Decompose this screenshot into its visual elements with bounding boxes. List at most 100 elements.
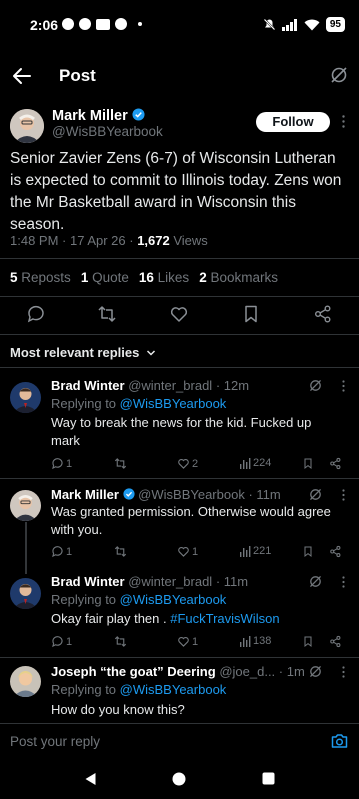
reply-reply-button[interactable]: 1 <box>51 635 72 648</box>
reply-views[interactable]: 224 <box>239 457 271 469</box>
reply-author-handle[interactable]: @winter_bradl <box>128 574 212 589</box>
grok-icon[interactable] <box>309 665 322 678</box>
divider <box>0 258 359 259</box>
reply-time: · 11m <box>215 574 249 589</box>
grok-icon[interactable] <box>309 488 322 501</box>
author-name[interactable]: Mark Miller <box>52 108 128 124</box>
like-icon[interactable] <box>169 304 189 324</box>
reply-item[interactable]: Brad Winter @winter_bradl · 12m Replying… <box>0 368 359 478</box>
author-name-row[interactable]: Mark Miller <box>52 108 145 124</box>
reply-time: · 1m <box>278 664 305 679</box>
like-icon <box>178 458 189 469</box>
reply-composer[interactable]: Post your reply <box>0 723 359 759</box>
reply-bookmark-button[interactable] <box>302 635 314 648</box>
reply-more-icon[interactable] <box>342 380 345 392</box>
reply-icon <box>52 636 63 648</box>
reply-like-button[interactable]: 1 <box>177 545 198 558</box>
reply-text: Okay fair play then . #FuckTravisWilson <box>51 611 280 626</box>
reply-author-handle[interactable]: @WisBBYearbook <box>138 487 245 502</box>
follow-button[interactable]: Follow <box>256 112 330 132</box>
reply-author-name[interactable]: Joseph “the goat” Deering <box>51 664 216 679</box>
more-notifications-icon <box>138 22 142 26</box>
reply-icon[interactable] <box>26 304 46 324</box>
reply-share-button[interactable] <box>329 635 342 648</box>
repost-icon <box>114 458 127 469</box>
reply-share-button[interactable] <box>329 457 342 470</box>
page-title: Post <box>59 66 96 85</box>
replies-sort-dropdown[interactable]: Most relevant replies <box>10 345 156 360</box>
reply-views[interactable]: 138 <box>239 635 271 647</box>
bookmark-icon[interactable] <box>241 304 261 324</box>
reply-author-name[interactable]: Mark Miller <box>51 487 119 502</box>
reply-views[interactable]: 221 <box>239 545 271 557</box>
share-icon[interactable] <box>313 304 333 324</box>
replies-sort-label: Most relevant replies <box>10 345 140 360</box>
share-icon <box>330 457 341 470</box>
replying-to-link[interactable]: @WisBBYearbook <box>120 396 227 411</box>
reply-repost-button[interactable] <box>114 635 127 648</box>
bookmark-icon <box>304 458 312 470</box>
message-icon <box>79 18 91 30</box>
bookmark-icon <box>304 636 312 648</box>
repost-icon[interactable] <box>97 304 117 324</box>
reply-bookmark-button[interactable] <box>302 457 314 470</box>
reply-item[interactable]: Brad Winter @winter_bradl · 11m Replying… <box>0 567 359 657</box>
status-bar: 2:06 95 <box>0 0 359 52</box>
reply-icon <box>52 546 63 558</box>
quotes-stat[interactable]: 1 Quote <box>81 270 129 285</box>
reply-avatar[interactable] <box>10 578 41 609</box>
reply-author-name[interactable]: Brad Winter <box>51 574 125 589</box>
post-timestamp[interactable]: 1:48 PM · 17 Apr 26 · <box>10 233 137 248</box>
replying-to-link[interactable]: @WisBBYearbook <box>120 592 227 607</box>
camera-icon[interactable] <box>331 733 348 749</box>
grok-icon[interactable] <box>309 379 322 392</box>
bookmarks-stat[interactable]: 2 Bookmarks <box>199 270 278 285</box>
reply-author-name[interactable]: Brad Winter <box>51 378 125 393</box>
grok-icon[interactable] <box>309 575 322 588</box>
like-icon <box>178 546 189 557</box>
reply-reply-button[interactable]: 1 <box>51 457 72 470</box>
reply-more-icon[interactable] <box>342 576 345 588</box>
nav-back-icon[interactable] <box>84 772 97 786</box>
grok-icon[interactable] <box>330 66 348 84</box>
repost-icon <box>114 546 127 557</box>
reply-more-icon[interactable] <box>342 666 345 678</box>
reply-text: How do you know this? <box>51 702 185 717</box>
reply-like-button[interactable]: 2 <box>177 457 198 470</box>
reply-avatar[interactable] <box>10 666 41 697</box>
reply-avatar[interactable] <box>10 382 41 413</box>
hashtag-link[interactable]: #FuckTravisWilson <box>170 611 279 626</box>
author-avatar[interactable] <box>10 109 44 143</box>
reply-bookmark-button[interactable] <box>302 545 314 558</box>
reply-repost-button[interactable] <box>114 457 127 470</box>
reply-input[interactable]: Post your reply <box>10 734 100 749</box>
reply-more-icon[interactable] <box>342 489 345 501</box>
reply-icon <box>52 458 63 470</box>
post-more-icon[interactable] <box>342 115 345 128</box>
nav-recents-icon[interactable] <box>262 772 275 785</box>
status-time: 2:06 <box>30 17 59 33</box>
reply-author-handle[interactable]: @winter_bradl <box>128 378 212 393</box>
signal-icon <box>281 18 297 31</box>
notification-icons <box>62 18 142 30</box>
replying-to-link[interactable]: @WisBBYearbook <box>120 682 227 697</box>
reply-reply-button[interactable]: 1 <box>51 545 72 558</box>
nav-home-icon[interactable] <box>172 772 186 786</box>
views-icon <box>240 458 251 469</box>
reply-like-button[interactable]: 1 <box>177 635 198 648</box>
mute-icon <box>263 18 276 31</box>
reply-item[interactable]: Mark Miller @WisBBYearbook · 11m Was gra… <box>0 479 359 567</box>
likes-stat[interactable]: 16 Likes <box>139 270 189 285</box>
reply-repost-button[interactable] <box>114 545 127 558</box>
repost-icon <box>114 636 127 647</box>
post-stats: 5 Reposts 1 Quote 16 Likes 2 Bookmarks <box>10 270 278 285</box>
author-handle[interactable]: @WisBBYearbook <box>52 124 163 139</box>
reply-item[interactable]: Joseph “the goat” Deering @joe_d... · 1m… <box>0 658 359 723</box>
reposts-stat[interactable]: 5 Reposts <box>10 270 71 285</box>
reply-header: Joseph “the goat” Deering @joe_d... · 1m <box>51 664 305 679</box>
system-nav-bar <box>0 760 359 799</box>
reply-share-button[interactable] <box>329 545 342 558</box>
reply-author-handle[interactable]: @joe_d... <box>219 664 275 679</box>
reply-avatar[interactable] <box>10 490 41 521</box>
back-arrow-icon[interactable] <box>12 67 32 85</box>
